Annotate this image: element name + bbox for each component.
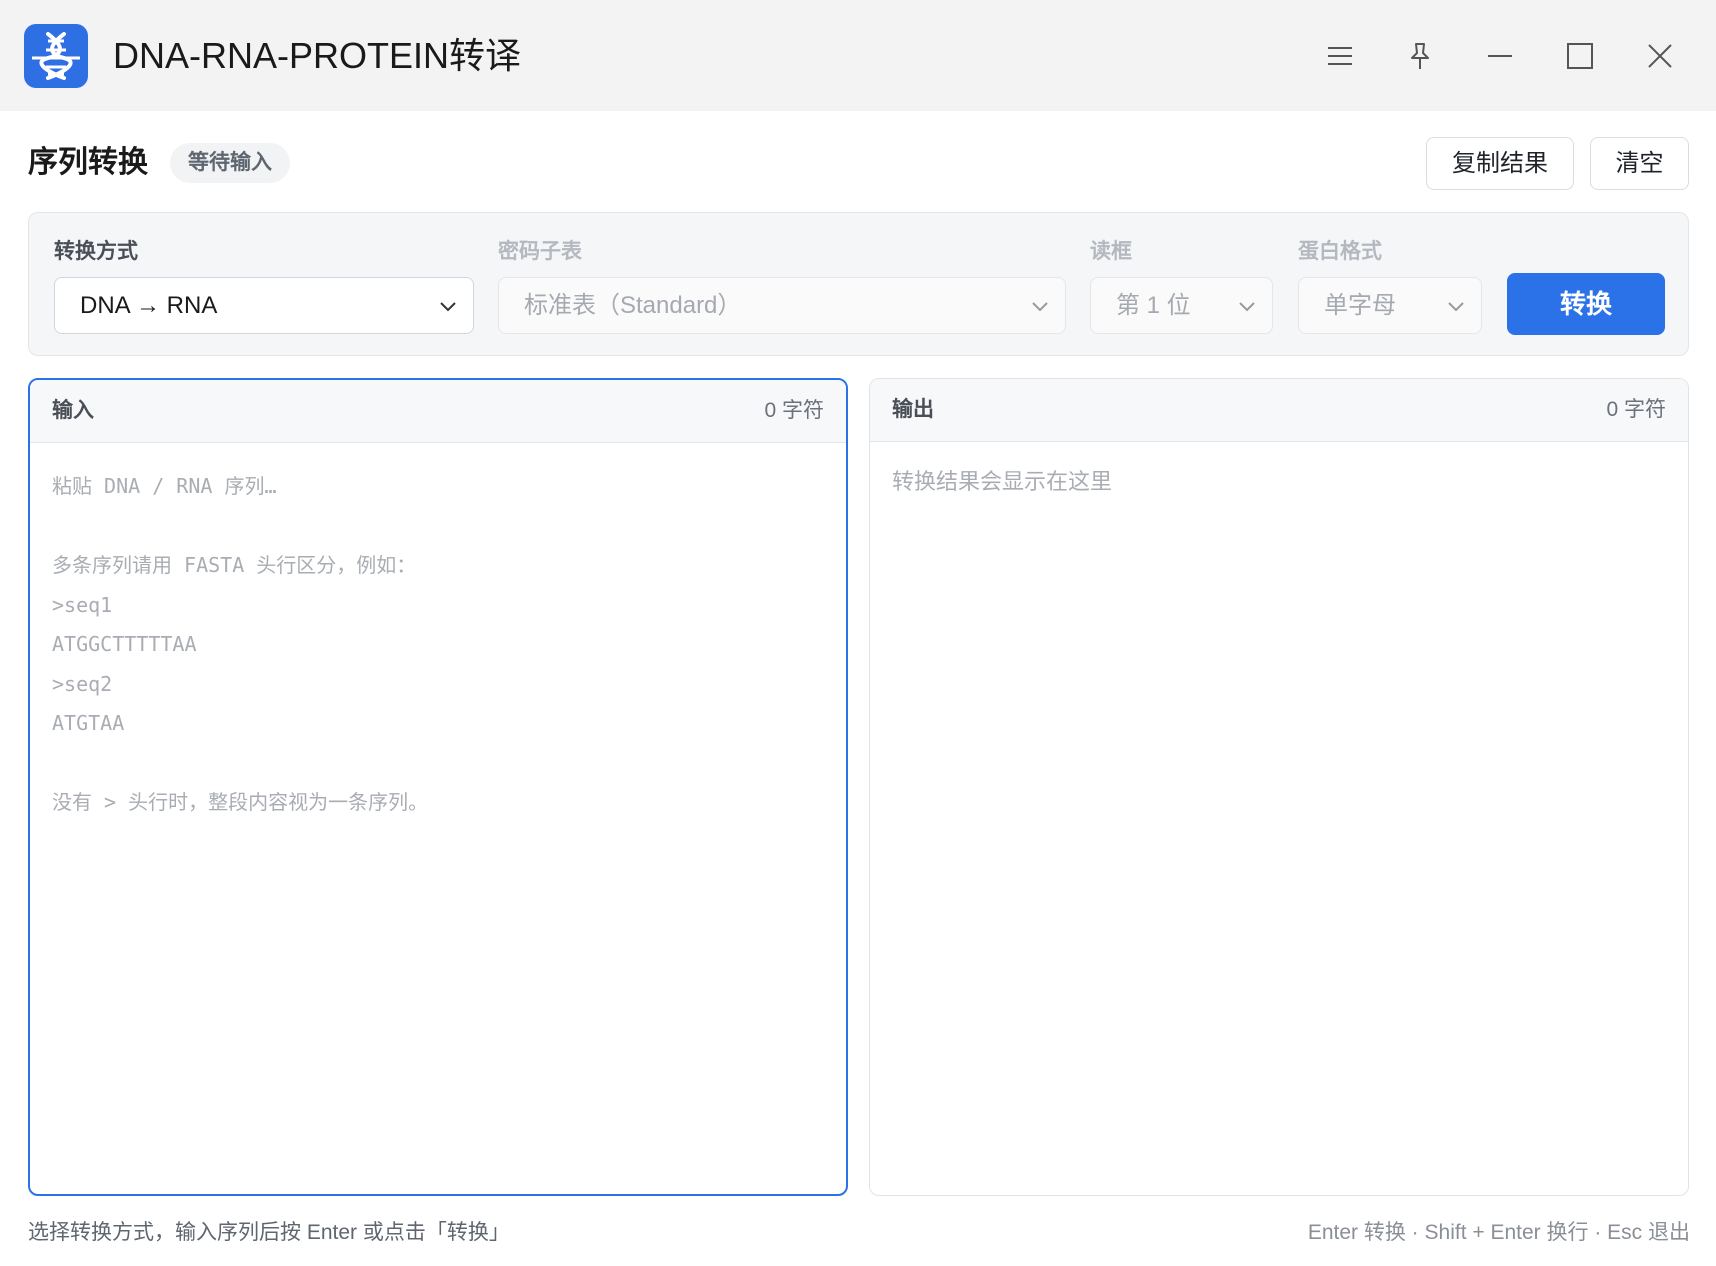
chevron-down-icon bbox=[1236, 295, 1258, 317]
mode-select[interactable]: DNA → RNA bbox=[54, 277, 474, 334]
input-pane: 输入 0 字符 bbox=[28, 378, 848, 1196]
codon-table-value: 标准表（Standard） bbox=[524, 292, 742, 319]
page-title: 序列转换 bbox=[28, 146, 148, 179]
protein-format-value: 单字母 bbox=[1324, 292, 1396, 319]
copy-result-button[interactable]: 复制结果 bbox=[1426, 137, 1574, 190]
input-pane-header: 输入 0 字符 bbox=[30, 380, 846, 443]
protein-format-label: 蛋白格式 bbox=[1298, 240, 1382, 263]
output-pane-title: 输出 bbox=[892, 398, 934, 421]
chevron-down-icon bbox=[437, 295, 459, 317]
reading-frame-value: 第 1 位 bbox=[1116, 292, 1191, 319]
convert-button[interactable]: 转换 bbox=[1507, 273, 1665, 335]
close-icon[interactable] bbox=[1634, 30, 1686, 82]
clear-button[interactable]: 清空 bbox=[1590, 137, 1689, 190]
protein-format-select[interactable]: 单字母 bbox=[1298, 277, 1482, 334]
mode-select-value: DNA → RNA bbox=[80, 292, 218, 319]
chevron-down-icon bbox=[1029, 295, 1051, 317]
chevron-down-icon bbox=[1445, 295, 1467, 317]
output-pane-header: 输出 0 字符 bbox=[870, 379, 1688, 442]
input-char-count: 0 字符 bbox=[764, 399, 824, 422]
output-pane: 输出 0 字符 转换结果会显示在这里 bbox=[869, 378, 1689, 1196]
pin-icon[interactable] bbox=[1394, 30, 1446, 82]
menu-icon[interactable] bbox=[1314, 30, 1366, 82]
title-bar: DNA-RNA-PROTEIN转译 bbox=[0, 0, 1716, 111]
window-title: DNA-RNA-PROTEIN转译 bbox=[113, 35, 522, 76]
output-char-count: 0 字符 bbox=[1606, 398, 1666, 421]
codon-table-label: 密码子表 bbox=[498, 240, 582, 263]
status-badge: 等待输入 bbox=[170, 143, 290, 183]
minimize-icon[interactable] bbox=[1474, 30, 1526, 82]
mode-label: 转换方式 bbox=[54, 240, 138, 263]
reading-frame-label: 读框 bbox=[1090, 240, 1132, 263]
reading-frame-select[interactable]: 第 1 位 bbox=[1090, 277, 1273, 334]
input-pane-title: 输入 bbox=[52, 399, 94, 422]
dna-helix-icon bbox=[24, 24, 88, 88]
output-placeholder[interactable]: 转换结果会显示在这里 bbox=[892, 467, 1112, 497]
maximize-icon[interactable] bbox=[1554, 30, 1606, 82]
footer-hint: 选择转换方式，输入序列后按 Enter 或点击「转换」 bbox=[28, 1221, 510, 1244]
codon-table-select[interactable]: 标准表（Standard） bbox=[498, 277, 1066, 334]
sequence-input[interactable] bbox=[30, 443, 846, 1193]
footer-shortcuts: Enter 转换 · Shift + Enter 换行 · Esc 退出 bbox=[1307, 1221, 1690, 1244]
